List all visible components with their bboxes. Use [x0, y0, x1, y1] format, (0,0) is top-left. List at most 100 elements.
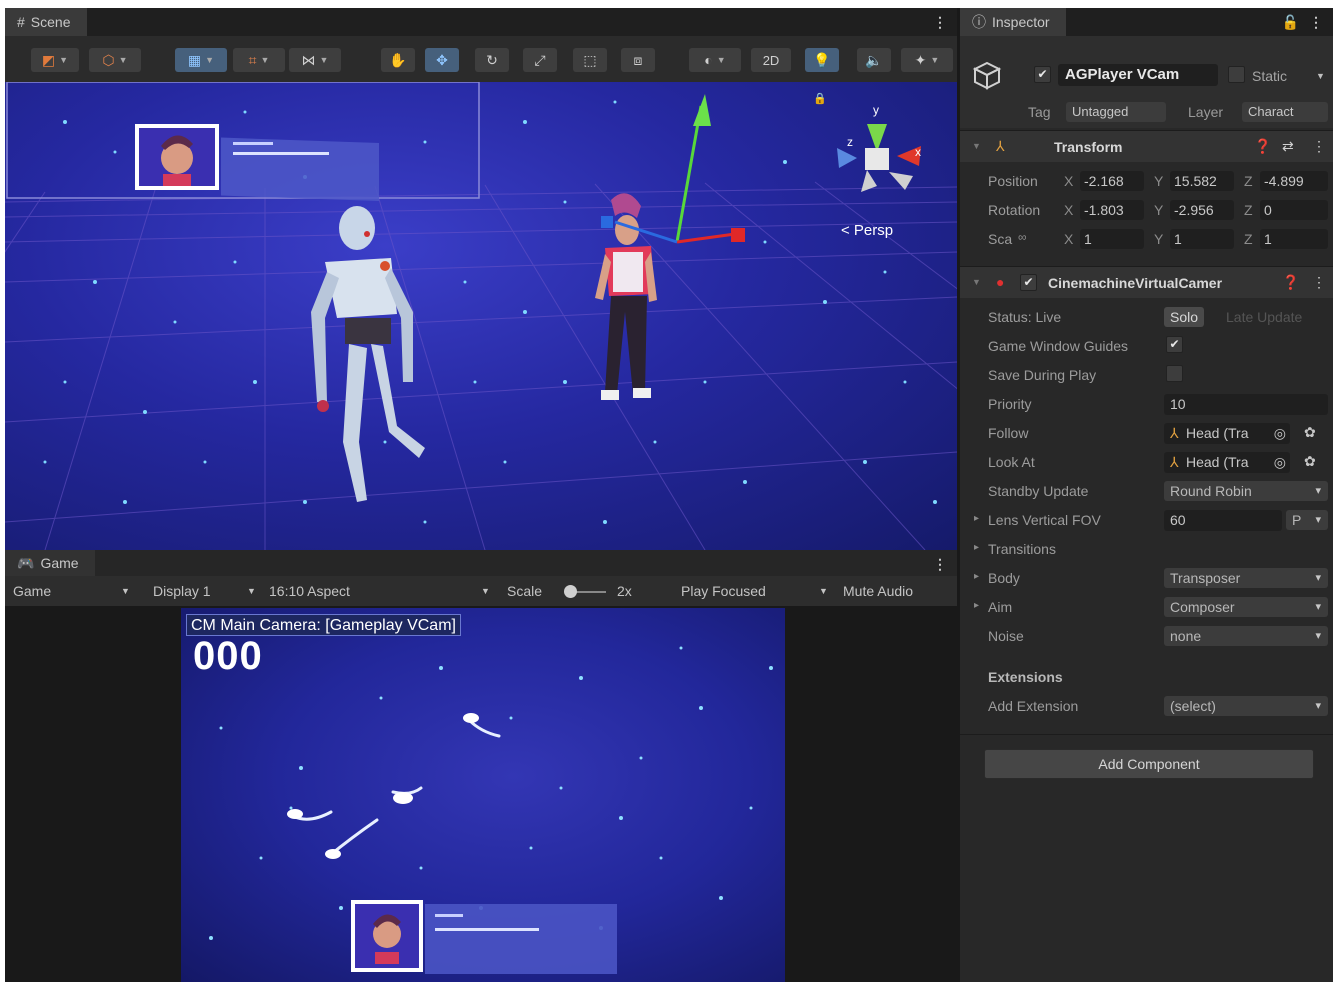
audio-toggle-button[interactable]: 🔈	[857, 48, 891, 72]
game-view-dropdown-icon[interactable]: ▼	[121, 586, 130, 596]
mute-audio-toggle[interactable]: Mute Audio	[843, 583, 913, 599]
game-panel: 🎮 Game ⋮ Game ▼ Display 1 ▼ 16:10 Aspect…	[5, 550, 957, 982]
layer-dropdown[interactable]: Charact	[1242, 102, 1328, 122]
component-menu-icon[interactable]: ⋮	[1312, 274, 1326, 291]
game-view-dropdown[interactable]: Game	[13, 583, 51, 599]
noise-label: Noise	[988, 628, 1024, 644]
scale-tool-button[interactable]: ⤢	[523, 48, 557, 72]
2d-toggle-button[interactable]: 2D	[751, 48, 791, 72]
tab-scene[interactable]: # Scene	[5, 8, 87, 36]
help-icon[interactable]: ❓	[1254, 138, 1271, 155]
play-mode-dropdown[interactable]: Play Focused	[681, 583, 766, 599]
aspect-dropdown-icon[interactable]: ▼	[481, 586, 490, 596]
vcam-component-header[interactable]: ▼ ● ✔ CinemachineVirtualCamer ❓ ⋮	[960, 266, 1333, 298]
play-mode-dropdown-icon[interactable]: ▼	[819, 586, 828, 596]
gizmo-y-label: y	[873, 103, 879, 117]
tag-dropdown[interactable]: Untagged	[1066, 102, 1166, 122]
collapse-arrow-icon[interactable]: ▼	[972, 141, 981, 151]
transitions-foldout[interactable]: Transitions	[974, 541, 1056, 557]
camera-debug-label: CM Main Camera: [Gameplay VCam]	[186, 614, 461, 636]
priority-label: Priority	[988, 396, 1032, 412]
component-divider	[960, 734, 1333, 735]
solo-button[interactable]: Solo	[1164, 307, 1205, 327]
body-foldout[interactable]: Body	[974, 570, 1020, 586]
move-tool-button[interactable]: ✥	[425, 48, 459, 72]
grid-button[interactable]: ⌗ ▼	[233, 48, 285, 72]
scale-y-field[interactable]: 1	[1170, 229, 1234, 249]
active-checkbox[interactable]: ✔	[1034, 66, 1051, 83]
transform-tool-button[interactable]: ⧈	[621, 48, 655, 72]
shading-button[interactable]: ◐ ▼	[689, 48, 741, 72]
hand-tool-button[interactable]: ✋	[381, 48, 415, 72]
body-dropdown[interactable]: Transposer	[1164, 568, 1328, 588]
tab-game[interactable]: 🎮 Game	[5, 550, 95, 576]
save-during-play-checkbox[interactable]	[1166, 365, 1183, 382]
aim-dropdown[interactable]: Composer	[1164, 597, 1328, 617]
position-y-field[interactable]: 15.582	[1170, 171, 1234, 191]
display-dropdown-icon[interactable]: ▼	[247, 586, 256, 596]
position-label: Position	[988, 173, 1038, 189]
collapse-arrow-icon[interactable]: ▼	[972, 277, 981, 287]
look-at-field[interactable]: ⅄ Head (Tra ◎	[1164, 452, 1290, 473]
game-tabbar: 🎮 Game ⋮	[5, 550, 957, 576]
look-at-settings-icon[interactable]: ✿	[1304, 453, 1316, 470]
rect-tool-button[interactable]: ⬚	[573, 48, 607, 72]
lighting-toggle-button[interactable]: 💡	[805, 48, 839, 72]
game-viewport[interactable]: CM Main Camera: [Gameplay VCam] 000	[181, 608, 785, 982]
lock-icon[interactable]: 🔓	[1282, 14, 1299, 31]
object-picker-icon[interactable]: ◎	[1274, 452, 1286, 473]
priority-field[interactable]: 10	[1164, 394, 1328, 415]
vcam-enabled-checkbox[interactable]: ✔	[1020, 274, 1037, 291]
game-window-guides-checkbox[interactable]: ✔	[1166, 336, 1183, 353]
transform-icon: ⅄	[996, 138, 1005, 154]
perspective-toggle[interactable]: < Persp	[841, 222, 893, 239]
lens-fov-field[interactable]: 60	[1164, 510, 1282, 531]
preset-icon[interactable]: ⇄	[1282, 138, 1294, 155]
lens-fov-mode-dropdown[interactable]: P	[1286, 510, 1328, 530]
inspector-menu-icon[interactable]: ⋮	[1309, 14, 1323, 31]
noise-dropdown[interactable]: none	[1164, 626, 1328, 646]
scale-icon: ⤢	[534, 51, 546, 68]
aspect-dropdown[interactable]: 16:10 Aspect	[269, 583, 350, 599]
tab-inspector[interactable]: ⓘ Inspector	[960, 8, 1066, 36]
scene-viewport[interactable]: y x z 🔒 < Persp	[5, 82, 957, 550]
scene-menu-icon[interactable]: ⋮	[933, 14, 947, 31]
transform-component-header[interactable]: ▼ ⅄ Transform ❓ ⇄ ⋮	[960, 130, 1333, 162]
game-menu-icon[interactable]: ⋮	[933, 556, 947, 573]
scale-x-field[interactable]: 1	[1080, 229, 1144, 249]
rotation-y-label: Y	[1154, 202, 1164, 218]
scale-z-field[interactable]: 1	[1260, 229, 1328, 249]
rotation-y-field[interactable]: -2.956	[1170, 200, 1234, 220]
follow-settings-icon[interactable]: ✿	[1304, 424, 1316, 441]
draw-mode-button[interactable]: ◩ ▼	[31, 48, 79, 72]
standby-update-dropdown[interactable]: Round Robin	[1164, 481, 1328, 501]
add-extension-dropdown[interactable]: (select)	[1164, 696, 1328, 716]
render-mode-button[interactable]: ⬡ ▼	[89, 48, 141, 72]
aim-foldout[interactable]: Aim	[974, 599, 1012, 615]
static-dropdown-icon[interactable]: ▼	[1316, 71, 1325, 81]
increment-snap-button[interactable]: ⋈ ▼	[289, 48, 341, 72]
add-component-button[interactable]: Add Component	[984, 749, 1314, 779]
position-x-field[interactable]: -2.168	[1080, 171, 1144, 191]
tab-inspector-label: Inspector	[992, 14, 1050, 30]
effects-button[interactable]: ✦ ▼	[901, 48, 953, 72]
position-z-field[interactable]: -4.899	[1260, 171, 1328, 191]
tab-scene-label: Scene	[30, 14, 71, 30]
gameobject-name-field[interactable]: AGPlayer VCam	[1058, 64, 1218, 86]
display-dropdown[interactable]: Display 1	[153, 583, 211, 599]
constrain-proportions-icon[interactable]: ∞	[1018, 230, 1027, 244]
info-icon: ⓘ	[972, 14, 986, 30]
lock-icon[interactable]: 🔒	[813, 92, 827, 105]
object-picker-icon[interactable]: ◎	[1274, 423, 1286, 444]
orientation-gizmo[interactable]: y x z	[837, 103, 921, 192]
scale-slider-handle[interactable]	[564, 585, 577, 598]
lens-vertical-fov-label[interactable]: Lens Vertical FOV	[974, 512, 1101, 528]
rotation-x-field[interactable]: -1.803	[1080, 200, 1144, 220]
help-icon[interactable]: ❓	[1282, 274, 1299, 291]
rotation-z-field[interactable]: 0	[1260, 200, 1328, 220]
follow-field[interactable]: ⅄ Head (Tra ◎	[1164, 423, 1290, 444]
static-checkbox[interactable]	[1228, 66, 1245, 83]
snap-button[interactable]: ▦ ▼	[175, 48, 227, 72]
rotate-tool-button[interactable]: ↻	[475, 48, 509, 72]
component-menu-icon[interactable]: ⋮	[1312, 138, 1326, 155]
